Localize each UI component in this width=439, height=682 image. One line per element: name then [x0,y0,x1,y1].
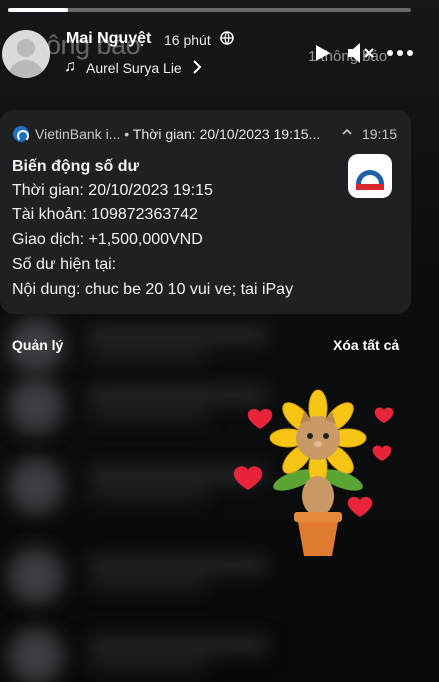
notification-line-account: Tài khoản: 109872363742 [12,206,198,223]
notification-title: Biến động số dư [12,158,140,175]
blurred-row [0,620,439,682]
music-note-icon: ♫ [64,58,76,75]
notification-line-transaction: Giao dịch: +1,500,000VND [12,231,203,248]
notification-line-time: Thời gian: 20/10/2023 19:15 [12,182,213,199]
clear-all-button[interactable]: Xóa tất cả [333,337,399,353]
notification-line-content: Nội dung: chuc be 20 10 vui ve; tai iPay [12,281,294,298]
user-name[interactable]: Mai Nguyệt [66,30,151,48]
notification-meta: VietinBank i... • Thời gian: 20/10/2023 … [35,126,321,142]
mute-icon[interactable] [346,42,376,69]
notification-summary: Thời gian: 20/10/2023 19:15... [132,126,321,142]
chevron-up-icon[interactable] [342,125,352,139]
vietinbank-logo [348,154,392,198]
globe-icon [220,31,234,50]
story-progress-fill [8,8,69,12]
manage-button[interactable]: Quản lý [12,337,63,353]
play-icon[interactable] [313,44,331,67]
post-time: 16 phút [164,32,211,48]
song-title[interactable]: Aurel Surya Lie [86,60,182,76]
more-icon[interactable] [386,44,414,67]
story-progress-bar [8,8,411,12]
app-name: VietinBank i... [35,126,121,142]
avatar[interactable] [2,30,50,78]
notification-line-balance: Số dư hiện tại: [12,256,117,273]
notification-time: 19:15 [362,126,398,142]
chevron-right-icon[interactable] [192,60,202,79]
sunflower-cat-sticker [228,384,408,564]
vietinbank-app-icon [13,126,29,142]
